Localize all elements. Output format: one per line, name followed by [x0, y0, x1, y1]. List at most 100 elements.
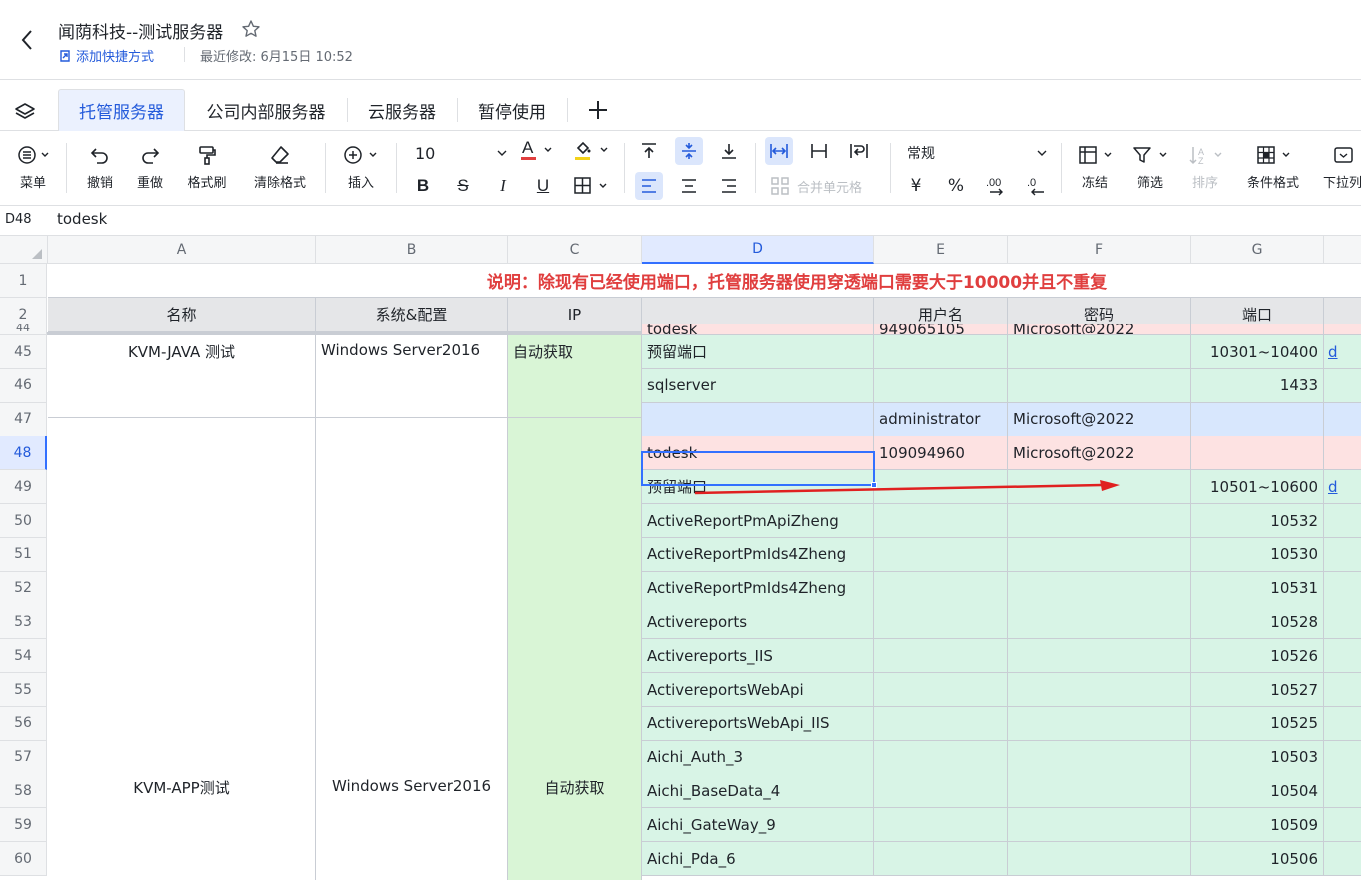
cell-a-group2[interactable]: KVM-APP测试	[48, 418, 316, 880]
merge-cells-button[interactable]: 合并单元格	[770, 176, 862, 196]
column-header-e[interactable]: E	[874, 236, 1008, 264]
cell-f50[interactable]	[1008, 504, 1191, 538]
cell-e57[interactable]	[874, 740, 1008, 775]
cell-f60[interactable]	[1008, 842, 1191, 876]
cell-d57[interactable]: Aichi_Auth_3	[642, 740, 874, 775]
cell-h55[interactable]	[1324, 673, 1361, 707]
underline-button[interactable]: U	[529, 172, 557, 200]
cell-e50[interactable]	[874, 504, 1008, 538]
cell-f52[interactable]	[1008, 571, 1191, 606]
cell-h48[interactable]	[1324, 436, 1361, 471]
add-sheet-button[interactable]	[586, 98, 610, 122]
cell-f57[interactable]	[1008, 740, 1191, 775]
cell-d50[interactable]: ActiveReportPmApiZheng	[642, 504, 874, 538]
tab-cloud-servers[interactable]: 云服务器	[352, 89, 452, 131]
row-header[interactable]: 57	[0, 740, 47, 775]
dropdown-list-button[interactable]: 下拉列	[1320, 143, 1361, 191]
align-bottom-button[interactable]	[715, 137, 743, 165]
row-header[interactable]: 58	[0, 774, 47, 809]
tab-hosted-servers[interactable]: 托管服务器	[58, 89, 185, 131]
cell-d53[interactable]: Activereports	[642, 605, 874, 640]
cell-g56[interactable]: 10525	[1191, 706, 1324, 741]
cell-f48[interactable]: Microsoft@2022	[1008, 436, 1191, 471]
cell-e52[interactable]	[874, 571, 1008, 606]
cell-e46[interactable]	[874, 368, 1008, 403]
cell-d56[interactable]: ActivereportsWebApi_IIS	[642, 706, 874, 741]
cell-e60[interactable]	[874, 842, 1008, 876]
cell-g53[interactable]: 10528	[1191, 605, 1324, 640]
cell-h58[interactable]	[1324, 774, 1361, 809]
filter-button[interactable]: 筛选	[1127, 143, 1173, 191]
select-all-corner[interactable]	[0, 236, 48, 264]
cell-e56[interactable]	[874, 706, 1008, 741]
cell-e58[interactable]	[874, 774, 1008, 809]
fill-color-button[interactable]	[570, 137, 614, 165]
align-center-button[interactable]	[675, 172, 703, 200]
cell-e54[interactable]	[874, 639, 1008, 674]
align-right-button[interactable]	[715, 172, 743, 200]
cell-g57[interactable]: 10503	[1191, 740, 1324, 775]
cell-h57[interactable]	[1324, 740, 1361, 775]
cell-f56[interactable]	[1008, 706, 1191, 741]
strikethrough-button[interactable]: S	[449, 172, 477, 200]
cell-d45[interactable]: 预留端口	[642, 335, 874, 369]
column-header-f[interactable]: F	[1008, 236, 1191, 264]
column-header-a[interactable]: A	[48, 236, 316, 264]
cell-b-group1[interactable]: Windows Server2016	[316, 335, 508, 418]
sheet-list-button[interactable]	[14, 101, 36, 123]
bold-button[interactable]: B	[409, 172, 437, 200]
insert-button[interactable]: 插入	[338, 143, 384, 191]
menu-button[interactable]: 菜单	[10, 143, 56, 191]
row-header[interactable]: 51	[0, 537, 47, 572]
cell-g50[interactable]: 10532	[1191, 504, 1324, 538]
italic-button[interactable]: I	[489, 172, 517, 200]
cell-h45[interactable]: d	[1324, 335, 1361, 369]
formula-input[interactable]: todesk	[57, 210, 107, 228]
cell-f46[interactable]	[1008, 368, 1191, 403]
cell-g54[interactable]: 10526	[1191, 639, 1324, 674]
cell-g46[interactable]: 1433	[1191, 368, 1324, 403]
add-shortcut-link[interactable]: 添加快捷方式	[58, 46, 154, 65]
cell-reference[interactable]: D48	[5, 212, 32, 227]
cell-h49[interactable]: d	[1324, 470, 1361, 505]
cell-a-group1[interactable]: KVM-JAVA 测试	[48, 335, 316, 418]
cell-g52[interactable]: 10531	[1191, 571, 1324, 606]
cell-h46[interactable]	[1324, 368, 1361, 403]
cell-g55[interactable]: 10527	[1191, 673, 1324, 707]
number-format-select[interactable]: 常规	[900, 139, 1048, 167]
cell-f53[interactable]	[1008, 605, 1191, 640]
cell-d54[interactable]: Activereports_IIS	[642, 639, 874, 674]
cell-d59[interactable]: Aichi_GateWay_9	[642, 808, 874, 843]
cell-d55[interactable]: ActivereportsWebApi	[642, 673, 874, 707]
cell-e48[interactable]: 109094960	[874, 436, 1008, 471]
cell-h50[interactable]	[1324, 504, 1361, 538]
cell-h56[interactable]	[1324, 706, 1361, 741]
undo-button[interactable]: 撤销	[80, 143, 120, 191]
cell-e55[interactable]	[874, 673, 1008, 707]
sort-button[interactable]: AZ 排序	[1182, 143, 1228, 191]
tab-internal-servers[interactable]: 公司内部服务器	[190, 89, 342, 131]
column-header-h[interactable]	[1324, 236, 1361, 264]
cell-d58[interactable]: Aichi_BaseData_4	[642, 774, 874, 809]
row-header[interactable]: 55	[0, 673, 47, 707]
cell-e53[interactable]	[874, 605, 1008, 640]
decrease-decimal-button[interactable]: .0	[1022, 172, 1050, 200]
cell-f54[interactable]	[1008, 639, 1191, 674]
row-header[interactable]: 60	[0, 842, 47, 876]
cell-e45[interactable]	[874, 335, 1008, 369]
cell-e59[interactable]	[874, 808, 1008, 843]
column-header-g[interactable]: G	[1191, 236, 1324, 264]
cell-g59[interactable]: 10509	[1191, 808, 1324, 843]
text-overflow-button[interactable]	[765, 137, 793, 165]
cell-e47[interactable]: administrator	[874, 402, 1008, 437]
cell-e51[interactable]	[874, 537, 1008, 572]
column-header-c[interactable]: C	[508, 236, 642, 264]
row-header[interactable]: 50	[0, 504, 47, 538]
cell-d52[interactable]: ActiveReportPmIds4Zheng	[642, 571, 874, 606]
cell-f47[interactable]: Microsoft@2022	[1008, 402, 1191, 437]
row-header[interactable]: 45	[0, 335, 47, 369]
row-header[interactable]: 56	[0, 706, 47, 741]
row-header[interactable]: 1	[0, 264, 47, 298]
cell-h44[interactable]	[1324, 324, 1361, 335]
cell-d46[interactable]: sqlserver	[642, 368, 874, 403]
